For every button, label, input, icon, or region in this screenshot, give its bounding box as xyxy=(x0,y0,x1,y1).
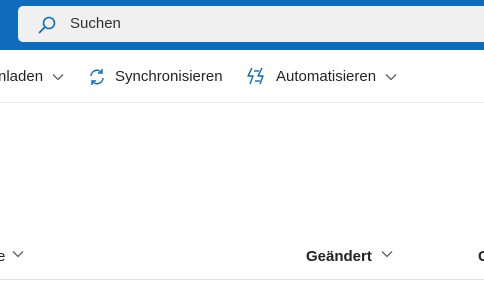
command-bar: nladen Synchronisieren Automatisieren xyxy=(0,50,484,103)
column-header-modified[interactable]: Geändert xyxy=(306,236,394,276)
search-box[interactable]: Suchen xyxy=(18,6,484,42)
column-header-next[interactable]: G xyxy=(478,236,484,276)
app-header: Suchen xyxy=(0,0,484,50)
automate-label: Automatisieren xyxy=(276,68,377,85)
download-label: nladen xyxy=(0,68,44,85)
chevron-down-icon[interactable] xyxy=(51,70,65,84)
chevron-down-icon[interactable] xyxy=(380,247,394,265)
chevron-down-icon[interactable] xyxy=(11,247,25,265)
sync-label: Synchronisieren xyxy=(115,68,223,85)
sync-icon xyxy=(87,67,107,87)
column-header-name[interactable]: e xyxy=(0,236,25,276)
download-button[interactable]: nladen xyxy=(0,50,65,103)
column-header-name-label: e xyxy=(0,247,6,265)
automate-button[interactable]: Automatisieren xyxy=(247,50,398,103)
search-placeholder: Suchen xyxy=(70,15,121,32)
flow-icon xyxy=(247,67,268,87)
column-header-modified-label: Geändert xyxy=(306,247,372,265)
chevron-down-icon[interactable] xyxy=(384,70,398,84)
sync-button[interactable]: Synchronisieren xyxy=(87,50,223,103)
header-divider xyxy=(0,279,484,280)
search-icon xyxy=(38,16,56,34)
column-header-next-label: G xyxy=(478,247,484,265)
